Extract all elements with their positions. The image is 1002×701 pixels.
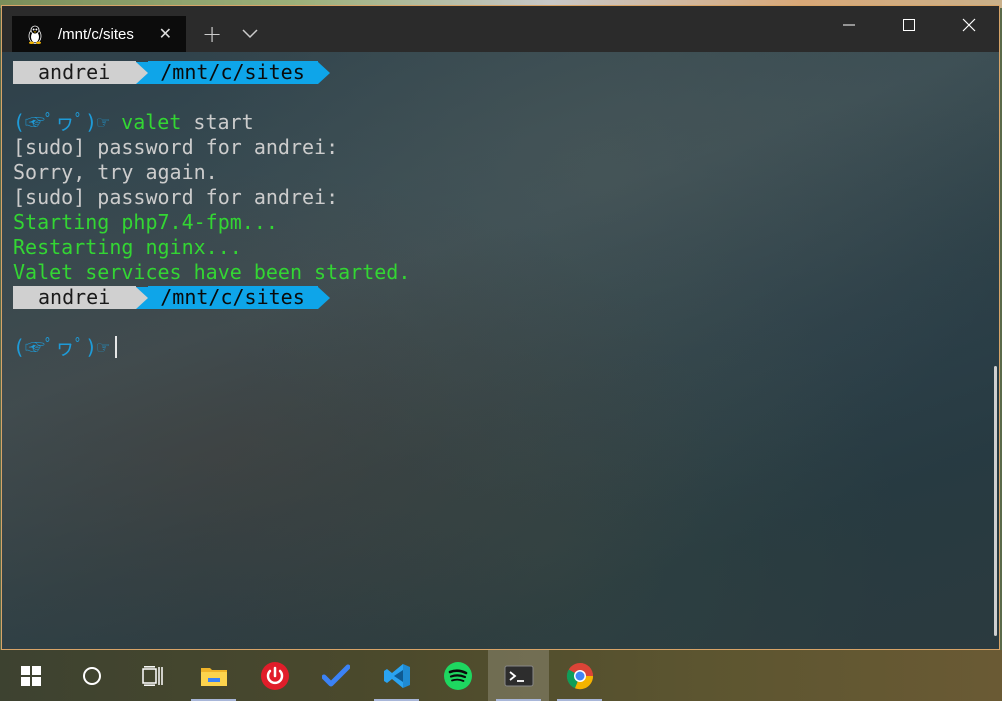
vscode-app-button[interactable]	[366, 650, 427, 701]
prompt-user: andrei	[38, 285, 111, 309]
minimize-button[interactable]	[819, 6, 879, 44]
tab-close-icon[interactable]: ✕	[159, 24, 172, 43]
new-tab-button[interactable]: +	[192, 16, 232, 52]
scrollbar[interactable]	[994, 366, 997, 636]
output-line: Starting php7.4-fpm...	[13, 210, 278, 234]
prompt-path-segment: /mnt/c/sites	[148, 285, 318, 309]
windows-logo-icon	[20, 665, 41, 686]
text-cursor	[115, 336, 118, 358]
chrome-icon	[566, 662, 593, 689]
power-app-button[interactable]	[244, 650, 305, 701]
terminal-window: /mnt/c/sites ✕ + andrei /mnt/c/sites (☞ﾟ…	[1, 5, 1000, 650]
command-line: (☞ﾟヮﾟ)☞ valet start	[13, 110, 999, 135]
chevron-down-icon	[242, 29, 258, 39]
file-explorer-button[interactable]	[183, 650, 244, 701]
output-line: Restarting nginx...	[13, 235, 242, 259]
minimize-icon	[843, 24, 855, 26]
spotify-icon	[443, 661, 472, 690]
output-line: Sorry, try again.	[13, 160, 218, 184]
vscode-icon	[383, 663, 410, 688]
prompt-arrow-separator	[136, 61, 149, 84]
taskbar	[0, 650, 1002, 701]
maximize-icon	[903, 19, 915, 31]
prompt-user-segment: andrei	[13, 285, 137, 309]
output-line: Valet services have been started.	[13, 260, 411, 284]
terminal-icon	[504, 665, 533, 686]
terminal-content[interactable]: andrei /mnt/c/sites (☞ﾟヮﾟ)☞ valet start …	[2, 52, 999, 360]
task-view-button[interactable]	[122, 650, 183, 701]
cortana-circle-icon	[82, 666, 101, 685]
close-icon	[962, 18, 976, 32]
power-icon	[260, 661, 289, 690]
folder-icon	[200, 667, 227, 686]
search-button[interactable]	[61, 650, 122, 701]
prompt-arrow-end	[317, 61, 330, 84]
prompt-segment-bar: andrei /mnt/c/sites	[13, 285, 999, 310]
spotify-app-button[interactable]	[427, 650, 488, 701]
todo-app-button[interactable]	[305, 650, 366, 701]
title-bar[interactable]: /mnt/c/sites ✕ +	[2, 6, 999, 52]
terminal-app-button[interactable]	[488, 650, 549, 701]
prompt-segment-bar: andrei /mnt/c/sites	[13, 60, 999, 85]
output-line: [sudo] password for andrei:	[13, 185, 339, 209]
prompt-arrow-end	[317, 286, 330, 309]
prompt-user-segment: andrei	[13, 60, 137, 84]
checkmark-icon	[321, 664, 350, 686]
prompt-user: andrei	[38, 60, 111, 84]
prompt-arrow-separator	[136, 286, 149, 309]
output-line: [sudo] password for andrei:	[13, 135, 339, 159]
task-view-icon	[141, 665, 163, 686]
maximize-button[interactable]	[879, 6, 939, 44]
chrome-app-button[interactable]	[549, 650, 610, 701]
close-button[interactable]	[939, 6, 999, 44]
tab-title: /mnt/c/sites	[58, 25, 134, 43]
start-button[interactable]	[0, 650, 61, 701]
prompt-face: (☞ﾟヮﾟ)☞	[13, 110, 110, 134]
prompt-face: (☞ﾟヮﾟ)☞	[13, 335, 110, 359]
prompt-path-segment: /mnt/c/sites	[148, 60, 318, 84]
tab-terminal[interactable]: /mnt/c/sites ✕	[12, 16, 186, 52]
command-name: valet	[121, 110, 182, 134]
input-line[interactable]: (☞ﾟヮﾟ)☞	[13, 335, 999, 360]
linux-penguin-icon	[26, 24, 44, 44]
tab-dropdown-button[interactable]	[232, 16, 268, 52]
command-args: start	[181, 110, 254, 134]
